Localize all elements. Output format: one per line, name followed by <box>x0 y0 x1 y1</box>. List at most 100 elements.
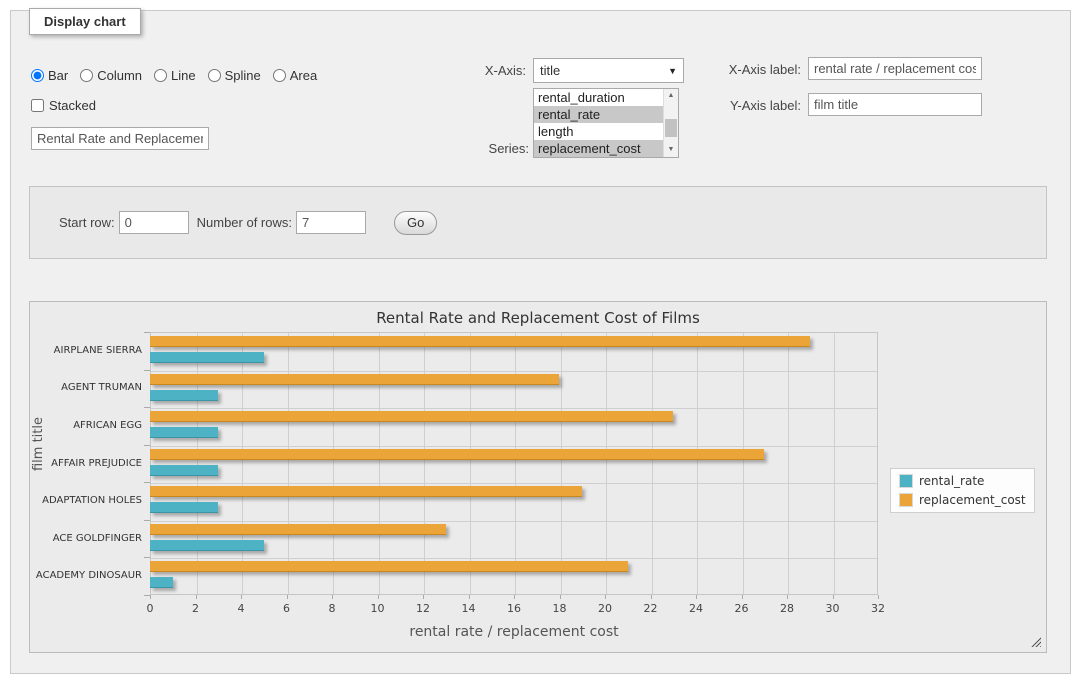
start-row-label: Start row: <box>59 215 115 230</box>
chart-y-axis-title: film title <box>31 392 49 496</box>
chart-type-radio-label: Line <box>171 68 196 83</box>
legend-label: replacement_cost <box>919 493 1026 507</box>
x-axis-selected-value: title <box>540 63 668 78</box>
scroll-down-icon[interactable]: ▼ <box>664 143 678 157</box>
resize-handle-icon[interactable] <box>1031 637 1041 647</box>
series-listbox[interactable]: rental_durationrental_ratelengthreplacem… <box>533 88 679 158</box>
chart-type-option-spline[interactable]: Spline <box>208 68 261 83</box>
x-tick-label: 8 <box>312 602 352 615</box>
x-tick <box>150 595 151 599</box>
category-label: AFRICAN EGG <box>30 420 142 431</box>
x-tick-label: 4 <box>221 602 261 615</box>
chart-type-option-column[interactable]: Column <box>80 68 142 83</box>
series-option-rental_rate[interactable]: rental_rate <box>534 106 663 123</box>
y-axis-text-label: Y-Axis label: <box>701 94 801 118</box>
gridline <box>697 333 698 594</box>
chart-plot-area <box>150 332 878 595</box>
series-option-replacement_cost[interactable]: replacement_cost <box>534 140 663 157</box>
y-tick <box>144 407 150 408</box>
chart-type-option-bar[interactable]: Bar <box>31 68 68 83</box>
x-tick-label: 28 <box>767 602 807 615</box>
x-tick <box>696 595 697 599</box>
chart-type-radio-bar[interactable] <box>31 69 44 82</box>
y-tick <box>144 332 150 333</box>
bar-replacement_cost <box>150 336 810 347</box>
number-of-rows-input[interactable] <box>296 211 366 234</box>
x-axis-select-label: X-Axis: <box>431 59 526 83</box>
x-tick <box>787 595 788 599</box>
x-tick-label: 26 <box>722 602 762 615</box>
x-tick-label: 12 <box>403 602 443 615</box>
go-button[interactable]: Go <box>394 211 437 235</box>
x-tick-label: 6 <box>267 602 307 615</box>
gridline <box>788 333 789 594</box>
x-axis-select[interactable]: title ▼ <box>533 58 684 83</box>
start-row-input[interactable] <box>119 211 189 234</box>
chart-type-radio-label: Column <box>97 68 142 83</box>
category-label: ADAPTATION HOLES <box>30 495 142 506</box>
x-tick-label: 10 <box>358 602 398 615</box>
y-axis-label-input[interactable] <box>808 93 982 116</box>
scrollbar-thumb[interactable] <box>665 119 677 137</box>
y-tick <box>144 520 150 521</box>
stacked-label: Stacked <box>49 98 96 113</box>
bar-rental_rate <box>150 502 218 513</box>
x-tick-label: 22 <box>631 602 671 615</box>
chart-type-option-area[interactable]: Area <box>273 68 317 83</box>
x-tick-label: 30 <box>813 602 853 615</box>
series-option-length[interactable]: length <box>534 123 663 140</box>
bar-rental_rate <box>150 352 264 363</box>
bar-replacement_cost <box>150 486 582 497</box>
gridline <box>151 371 877 372</box>
chart-type-radio-spline[interactable] <box>208 69 221 82</box>
x-tick-label: 14 <box>449 602 489 615</box>
chart-type-radio-group: Bar Column Line Spline Area <box>31 68 317 83</box>
chart-title: Rental Rate and Replacement Cost of Film… <box>30 309 1046 327</box>
legend-label: rental_rate <box>919 474 984 488</box>
gridline <box>197 333 198 594</box>
category-label: AIRPLANE SIERRA <box>30 345 142 356</box>
gridline <box>151 521 877 522</box>
gridline <box>288 333 289 594</box>
scroll-up-icon[interactable]: ▲ <box>664 89 678 103</box>
x-tick <box>423 595 424 599</box>
bar-rental_rate <box>150 577 173 588</box>
scrollbar-track[interactable] <box>664 103 678 143</box>
gridline <box>151 483 877 484</box>
x-axis-label-input[interactable] <box>808 57 982 80</box>
gridline <box>242 333 243 594</box>
x-tick <box>605 595 606 599</box>
bar-replacement_cost <box>150 449 764 460</box>
gridline <box>151 446 877 447</box>
x-tick-label: 20 <box>585 602 625 615</box>
gridline <box>561 333 562 594</box>
chevron-down-icon: ▼ <box>668 66 677 76</box>
stacked-option[interactable]: Stacked <box>31 98 96 113</box>
x-tick-label: 24 <box>676 602 716 615</box>
stacked-checkbox[interactable] <box>31 99 44 112</box>
x-tick <box>469 595 470 599</box>
chart-legend: rental_rate replacement_cost <box>890 468 1035 513</box>
x-tick-label: 18 <box>540 602 580 615</box>
panel-title: Display chart <box>29 8 141 35</box>
x-tick <box>878 595 879 599</box>
listbox-scrollbar[interactable]: ▲ ▼ <box>663 89 678 157</box>
chart-type-option-line[interactable]: Line <box>154 68 196 83</box>
legend-swatch-icon <box>899 474 913 488</box>
x-tick <box>742 595 743 599</box>
x-tick <box>332 595 333 599</box>
series-option-rental_duration[interactable]: rental_duration <box>534 89 663 106</box>
chart-type-radio-label: Bar <box>48 68 68 83</box>
display-chart-panel: Display chart Bar Column Line Spline Area St… <box>10 10 1071 674</box>
gridline <box>333 333 334 594</box>
chart-type-radio-line[interactable] <box>154 69 167 82</box>
gridline <box>606 333 607 594</box>
legend-swatch-icon <box>899 493 913 507</box>
x-tick-label: 2 <box>176 602 216 615</box>
chart-type-radio-area[interactable] <box>273 69 286 82</box>
category-label: AFFAIR PREJUDICE <box>30 458 142 469</box>
chart-title-input[interactable] <box>31 127 209 150</box>
chart-type-radio-column[interactable] <box>80 69 93 82</box>
gridline <box>151 408 877 409</box>
y-tick <box>144 445 150 446</box>
